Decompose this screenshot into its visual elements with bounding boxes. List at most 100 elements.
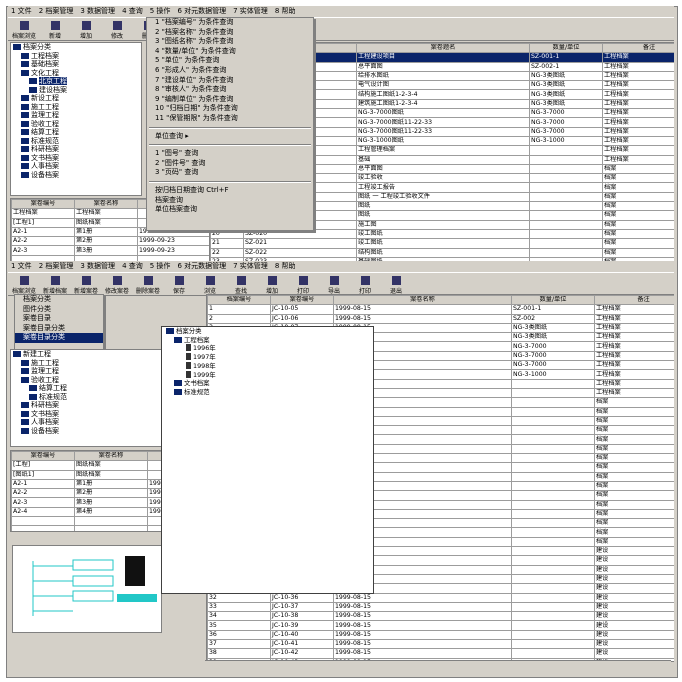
- column-header[interactable]: 案卷名称: [74, 451, 148, 462]
- table-row[interactable]: 22 SZ-022 结构图纸 档案: [210, 247, 674, 258]
- table-row[interactable]: A2-4第4册1999-09: [11, 506, 171, 518]
- tree-item[interactable]: 人事档案: [11, 162, 141, 171]
- column-header[interactable]: 案卷名称: [333, 295, 512, 306]
- tree-item[interactable]: 档案分类: [11, 43, 141, 52]
- tree-item[interactable]: 监理工程: [11, 111, 141, 120]
- menu-item[interactable]: 6 对元数据管理: [177, 261, 226, 272]
- query-menu-item[interactable]: 3 "图纸名称" 为条件查询: [147, 37, 313, 47]
- table-row[interactable]: A2-3 第3册 1999-09-23: [11, 245, 209, 256]
- category-menu-item[interactable]: 档案分类: [15, 295, 103, 305]
- column-header[interactable]: 数量/单位: [529, 43, 603, 54]
- column-header[interactable]: 备注: [602, 43, 674, 54]
- column-header[interactable]: 档案编号: [207, 295, 271, 306]
- query-menu-item[interactable]: 4 "数量/单位" 为条件查询: [147, 47, 313, 57]
- toolbar-button[interactable]: 退出: [382, 274, 410, 295]
- query-menu-item[interactable]: 1 "图号" 查询: [147, 149, 313, 159]
- tree-item[interactable]: 新设工程: [11, 94, 141, 103]
- popup-tree-item[interactable]: 文书档案: [162, 379, 373, 388]
- category-menu-item[interactable]: 案卷目录分类: [15, 324, 103, 334]
- menu-item[interactable]: 5 操作: [150, 261, 171, 272]
- table-row[interactable]: 1 JC-10-05 1999-08-15 SZ-001-1 工程档案: [207, 304, 674, 315]
- table-row[interactable]: 2 JC-10-06 1999-08-15 SZ-002 工程档案: [207, 313, 674, 324]
- toolbar-button[interactable]: 浏览: [196, 274, 224, 295]
- menu-item[interactable]: 2 档案管理: [39, 6, 74, 17]
- query-menu-item[interactable]: 7 "建设单位" 为条件查询: [147, 76, 313, 86]
- popup-tree-year[interactable]: 1998年: [162, 361, 373, 371]
- table-row[interactable]: 35 JC-10-39 1999-08-15 建设: [207, 620, 674, 631]
- tree-item[interactable]: 文书档案: [11, 410, 171, 419]
- toolbar-button[interactable]: 修改: [103, 19, 131, 40]
- archive-tree[interactable]: 新建工程 施工工程 监理工程 验收工程 结算工程 标准规范 科研档案 文书档案 人事档案 设备档案: [10, 349, 172, 447]
- table-row[interactable]: [工程] 图纸档案: [11, 460, 171, 471]
- table-row[interactable]: A2-2 第2册 1999-09-23: [11, 236, 209, 247]
- tree-item[interactable]: 人事档案: [11, 418, 171, 427]
- toolbar-button[interactable]: 修改案卷: [103, 274, 131, 295]
- table-row[interactable]: 36 JC-10-40 1999-08-15 建设: [207, 629, 674, 641]
- archive-tree[interactable]: 档案分类 工程档案 基础档案 文化工程 北京工程 建设档案 新设工程 施工工程 监理工程 验收工程…: [10, 42, 142, 196]
- menu-item[interactable]: 4 查询: [122, 6, 143, 17]
- tree-item[interactable]: 工程档案: [11, 52, 141, 61]
- tree-item[interactable]: 基础档案: [11, 60, 141, 69]
- query-menu-item[interactable]: 6 "形成人" 为条件查询: [147, 66, 313, 76]
- tree-item[interactable]: 施工工程: [11, 103, 141, 112]
- popup-tree-year[interactable]: 1999年: [162, 370, 373, 380]
- tree-item[interactable]: 设备档案: [11, 427, 171, 436]
- table-row[interactable]: [图纸1] 图纸档案: [11, 469, 171, 480]
- toolbar-button[interactable]: 新增: [41, 19, 69, 40]
- toolbar-button[interactable]: 档案浏览: [10, 274, 38, 295]
- menu-item[interactable]: 1 文件: [11, 261, 32, 272]
- tree-item[interactable]: 设备档案: [11, 171, 141, 180]
- archive-list-small[interactable]: 案卷编号案卷名称立卷日期[工程]图纸档案[图纸1]图纸档案A2-1第1册1999…: [10, 450, 172, 532]
- category-popup-tree[interactable]: 档案分类 工程档案 1996年 1997年 1998年 1999年 文书档案 标准规范: [161, 326, 374, 594]
- tree-item[interactable]: 文书档案: [11, 154, 141, 163]
- toolbar-button[interactable]: 导出: [320, 274, 348, 295]
- menu-item[interactable]: 4 查询: [122, 261, 143, 272]
- toolbar-button[interactable]: 增加: [72, 19, 100, 40]
- tree-item[interactable]: 科研档案: [11, 401, 171, 410]
- table-row[interactable]: A2-3第3册1999-09: [11, 497, 171, 508]
- toolbar-button[interactable]: 查找: [227, 274, 255, 295]
- menu-item[interactable]: 3 数据管理: [80, 261, 115, 272]
- toolbar-button[interactable]: 增加: [258, 274, 286, 295]
- tree-item[interactable]: 监理工程: [11, 367, 171, 376]
- toolbar-button[interactable]: 删除案卷: [134, 274, 162, 295]
- menu-item[interactable]: 6 对元数据管理: [177, 6, 226, 17]
- horizontal-scrollbar[interactable]: [205, 660, 671, 671]
- query-menu-item[interactable]: 8 "审核人" 为条件查询: [147, 85, 313, 95]
- tree-item[interactable]: 施工工程: [11, 359, 171, 368]
- table-row[interactable]: 38 JC-10-42 1999-08-15 建设: [207, 648, 674, 659]
- table-row[interactable]: 34 JC-10-38 1999-08-15 建设: [207, 611, 674, 622]
- tree-item[interactable]: 验收工程: [11, 120, 141, 129]
- menu-item[interactable]: 1 文件: [11, 6, 32, 17]
- query-menu-item[interactable]: 档案查询: [147, 196, 313, 206]
- toolbar-button[interactable]: 新增档案: [41, 274, 69, 295]
- popup-tree-year[interactable]: 1996年: [162, 344, 373, 353]
- category-menu-item[interactable]: 案卷目录分类: [15, 333, 103, 343]
- menu-item[interactable]: 7 实体管理: [233, 261, 268, 272]
- tree-item[interactable]: 建设档案: [11, 86, 141, 95]
- popup-tree-root[interactable]: 档案分类: [162, 327, 373, 336]
- table-row[interactable]: 33 JC-10-37 1999-08-15 建设: [207, 601, 674, 613]
- query-menu-item[interactable]: 10 "归档日期" 为条件查询: [147, 104, 313, 114]
- menu-item[interactable]: 7 实体管理: [233, 6, 268, 17]
- toolbar-button[interactable]: 打印: [289, 274, 317, 295]
- query-menu-item[interactable]: 按归档日期查询 Ctrl+F: [147, 186, 313, 196]
- tree-item[interactable]: 科研档案: [11, 145, 141, 154]
- column-header[interactable]: 数量/单位: [511, 295, 595, 306]
- category-menu-item[interactable]: 图件分类: [15, 305, 103, 315]
- tree-item[interactable]: 新建工程: [11, 350, 171, 359]
- query-menu-item[interactable]: 9 "编制单位" 为条件查询: [147, 95, 313, 105]
- query-menu-item[interactable]: 单位档案查询: [147, 205, 313, 215]
- query-menu-item[interactable]: 1 "档案编号" 为条件查询: [147, 18, 313, 28]
- column-header[interactable]: 案卷编号: [270, 295, 334, 306]
- query-menu-item[interactable]: 3 "页码" 查询: [147, 168, 313, 178]
- menu-item[interactable]: 5 操作: [150, 6, 171, 17]
- popup-tree-year[interactable]: 1997年: [162, 353, 373, 362]
- column-header[interactable]: 案卷名称: [74, 199, 138, 210]
- table-row[interactable]: 21 SZ-021 竣工图纸 档案: [210, 238, 674, 249]
- table-row[interactable]: [11, 516, 171, 527]
- query-menu-item[interactable]: 5 "单位" 为条件查询: [147, 56, 313, 66]
- query-menu-item[interactable]: 2 "档案名称" 为条件查询: [147, 28, 313, 38]
- table-row[interactable]: A2-2第2册1999-09: [11, 488, 171, 499]
- column-header[interactable]: 备注: [594, 295, 674, 306]
